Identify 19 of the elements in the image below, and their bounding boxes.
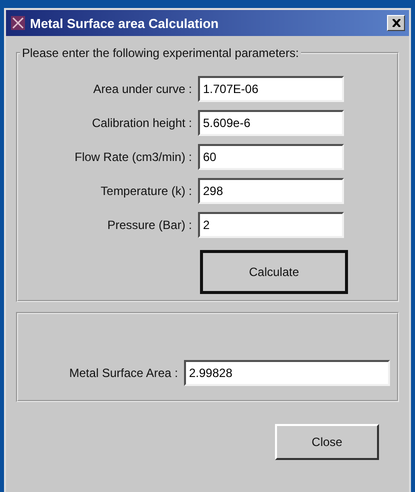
input-field[interactable]: 5.609e-6: [198, 110, 344, 136]
field-label: Area under curve :: [92, 82, 193, 96]
result-label: Metal Surface Area :: [68, 366, 179, 380]
field-label: Temperature (k) :: [100, 184, 193, 198]
field-label: Calibration height :: [90, 116, 193, 130]
close-button[interactable]: [387, 15, 405, 31]
calculate-button[interactable]: Calculate: [200, 250, 348, 294]
window-title: Metal Surface area Calculation: [30, 16, 220, 30]
input-field[interactable]: 2: [198, 212, 344, 238]
result-field[interactable]: 2.99828: [184, 360, 390, 386]
input-field[interactable]: 1.707E-06: [198, 76, 344, 102]
input-field[interactable]: 298: [198, 178, 344, 204]
app-icon: [10, 15, 26, 31]
field-label: Flow Rate (cm3/min) :: [74, 150, 193, 164]
field-label: Pressure (Bar) :: [106, 218, 193, 232]
group-legend: Please enter the following experimental parameters:: [20, 46, 301, 60]
close-icon: [392, 19, 400, 27]
input-field[interactable]: 60: [198, 144, 344, 170]
close-dialog-button[interactable]: Close: [275, 424, 379, 460]
